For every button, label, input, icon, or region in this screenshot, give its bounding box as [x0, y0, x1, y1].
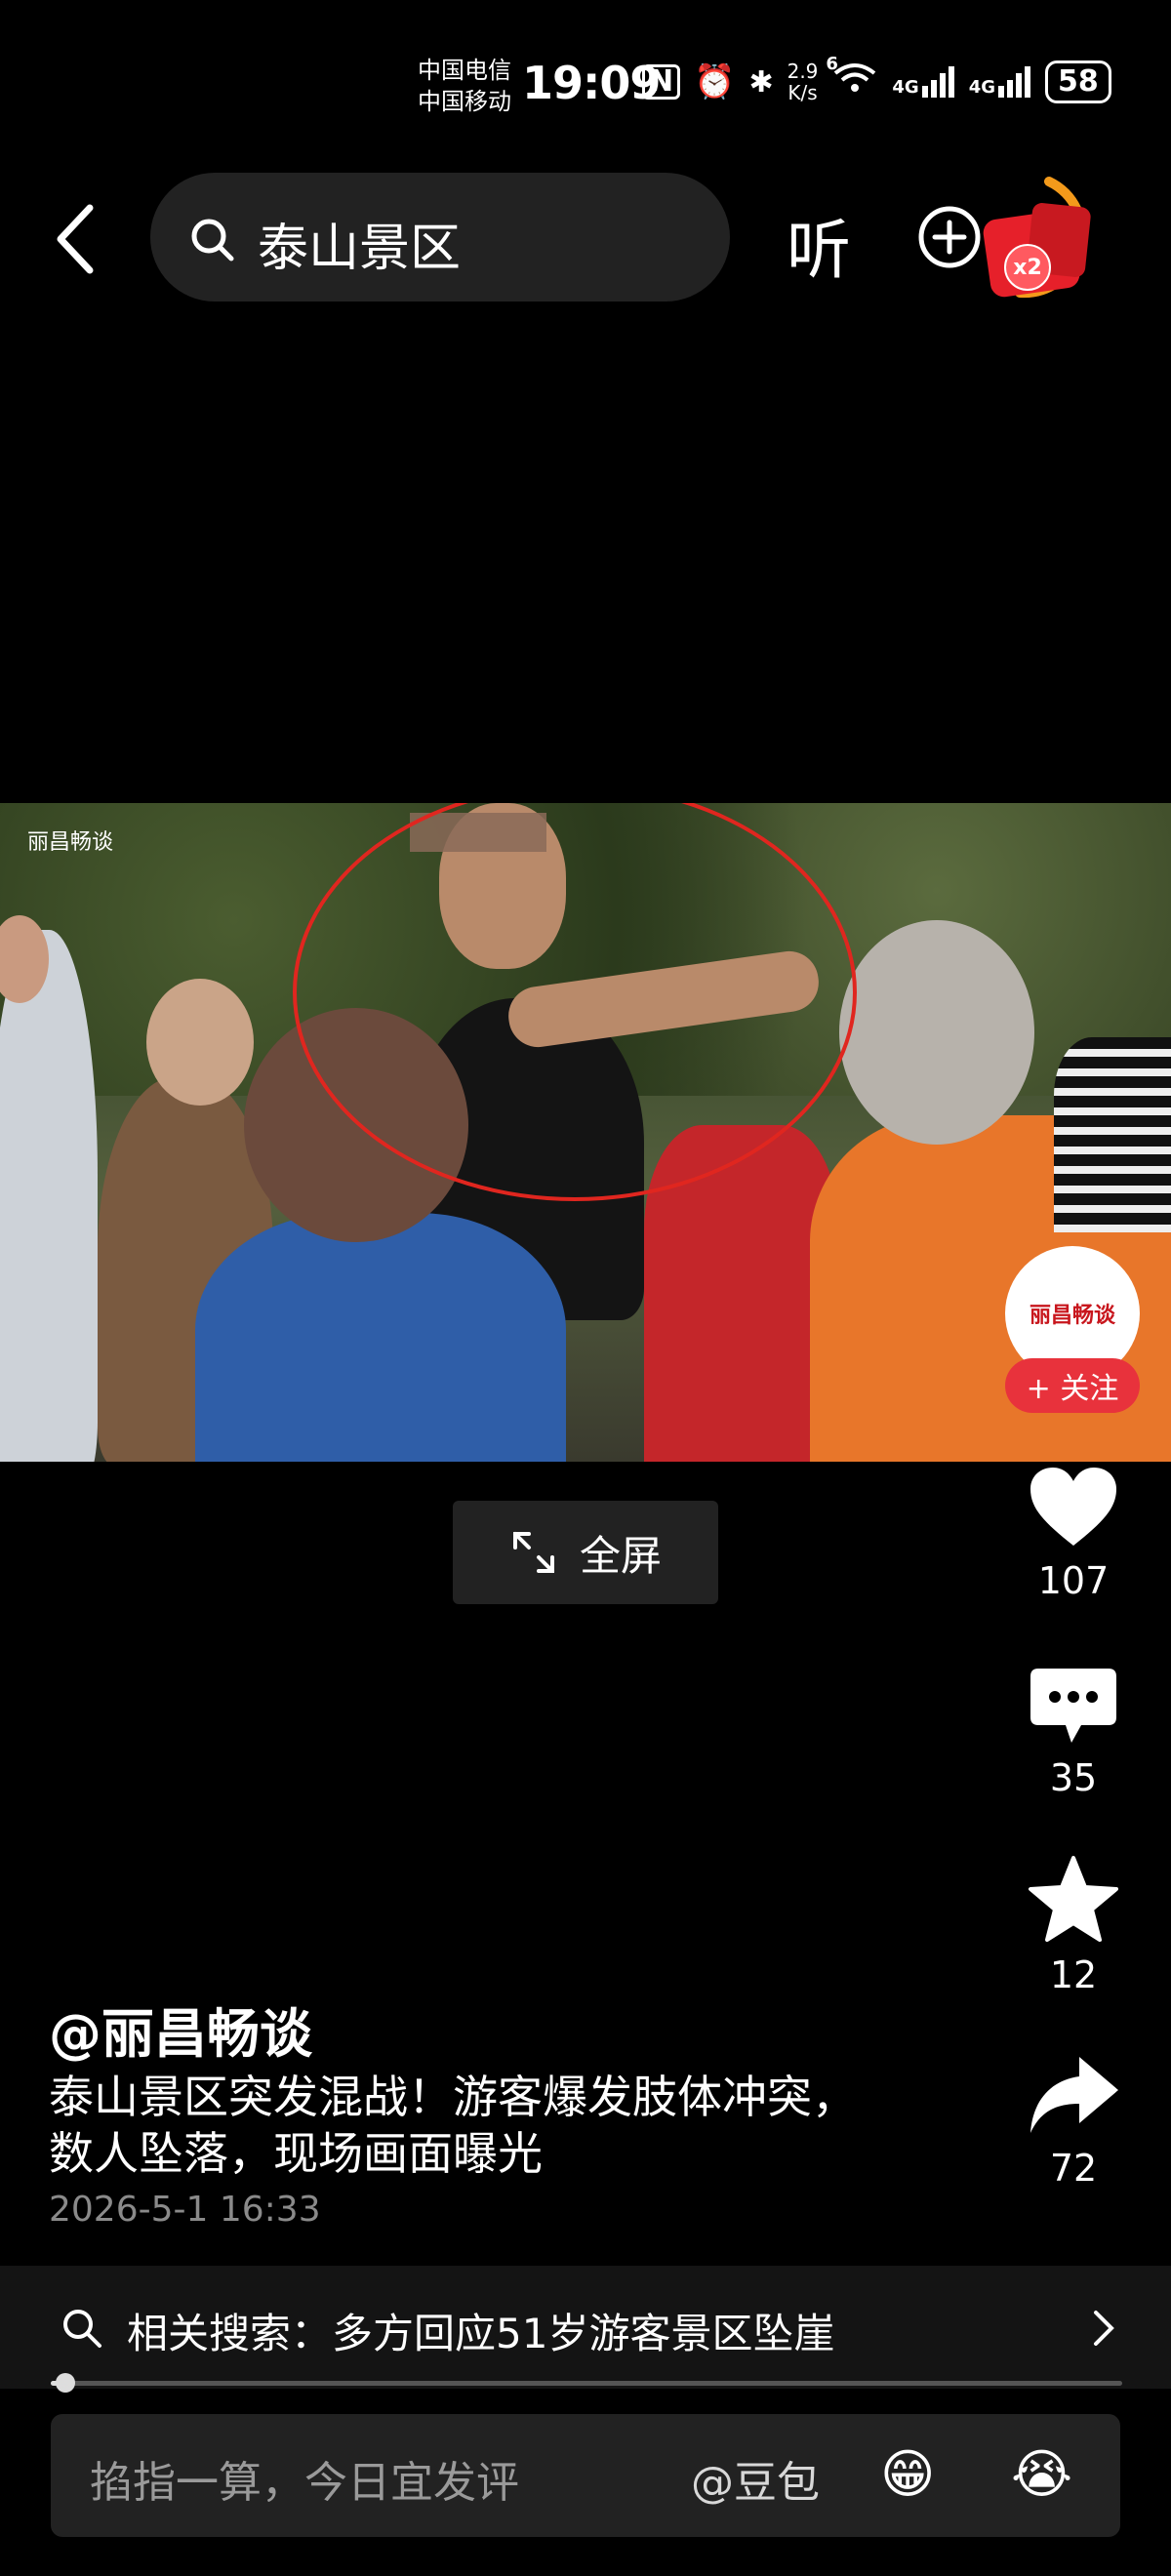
chevron-right-icon: [1091, 2309, 1116, 2352]
reward-badge: x2: [1004, 244, 1051, 291]
carrier-2: 中国移动: [418, 88, 511, 115]
person-gray-head: [839, 920, 1034, 1145]
fullscreen-label: 全屏: [579, 1531, 662, 1580]
related-search-label[interactable]: 相关搜索：多方回应51岁游客景区坠崖: [127, 2301, 834, 2360]
author-name[interactable]: @丽昌畅谈: [49, 1991, 312, 2068]
signal-1: 4G: [892, 66, 954, 98]
heart-icon: [1030, 1468, 1116, 1546]
search-query[interactable]: 泰山景区: [258, 207, 461, 280]
grin-emoji-button[interactable]: 😁: [880, 2445, 935, 2504]
person-striped: [1054, 1037, 1171, 1232]
star-icon: [1029, 1856, 1118, 1942]
favorite-count: 12: [1049, 1953, 1098, 1996]
video-title: 泰山景区突发混战！游客爆发肢体冲突， 数人坠落，现场画面曝光: [49, 2071, 857, 2180]
post-date: 2026-5-1 16:33: [49, 2190, 321, 2230]
video-watermark: 丽昌畅谈: [27, 830, 114, 855]
status-icons: N ⏰ ✱ 2.9 K/s 6 4G 4G 58: [642, 54, 1111, 104]
cry-emoji-button[interactable]: 😭: [1011, 2445, 1072, 2504]
back-button[interactable]: [51, 200, 100, 278]
related-search-icon: [61, 2307, 103, 2354]
net-speed: 2.9 K/s: [787, 60, 819, 104]
like-action[interactable]: 107: [1015, 1464, 1132, 1602]
signal-2: 4G: [969, 66, 1031, 98]
chevron-left-icon: [57, 204, 94, 274]
carrier-info: 中国电信 中国移动: [418, 55, 511, 117]
battery-indicator: 58: [1045, 60, 1111, 103]
comment-icon: [1030, 1669, 1116, 1743]
person-blue-shirt: [195, 1213, 566, 1462]
highlight-circle: [293, 803, 857, 1201]
share-count: 72: [1049, 2147, 1098, 2190]
share-icon: [1030, 2057, 1118, 2133]
comment-count: 35: [1049, 1756, 1098, 1799]
fullscreen-icon: [512, 1532, 554, 1573]
nfc-icon: N: [642, 64, 681, 100]
mention-doubao-button[interactable]: @豆包: [691, 2447, 820, 2510]
wifi-icon: 6: [826, 54, 878, 103]
person-left: [0, 930, 98, 1462]
comment-placeholder[interactable]: 掐指一算，今日宜发评: [90, 2447, 519, 2510]
search-icon: [189, 217, 236, 267]
status-time: 19:09: [522, 57, 661, 109]
video-progress-track[interactable]: [51, 2381, 1122, 2386]
fullscreen-button[interactable]: 全屏: [453, 1501, 718, 1604]
carrier-1: 中国电信: [418, 57, 511, 84]
listen-button[interactable]: 听: [787, 198, 851, 292]
person-brown-head: [146, 979, 254, 1106]
avatar-logo-text: 丽昌畅谈: [1029, 1304, 1115, 1328]
favorite-action[interactable]: 12: [1015, 1854, 1132, 1996]
red-packet-reward[interactable]: x2: [981, 176, 1117, 302]
add-circle-icon[interactable]: [917, 205, 982, 273]
bluetooth-icon: ✱: [748, 64, 774, 100]
alarm-icon: ⏰: [694, 62, 736, 101]
video-progress-handle[interactable]: [55, 2373, 75, 2393]
comment-action[interactable]: 35: [1015, 1667, 1132, 1799]
like-count: 107: [1037, 1559, 1110, 1602]
status-bar: 中国电信 中国移动 19:09 N ⏰ ✱ 2.9 K/s 6 4G 4G 58: [0, 39, 1171, 146]
follow-button[interactable]: + 关注: [1005, 1358, 1140, 1413]
video-player[interactable]: 丽昌畅谈: [0, 803, 1171, 1462]
red-packet-icon: [983, 177, 1091, 299]
share-action[interactable]: 72: [1015, 2053, 1132, 2190]
